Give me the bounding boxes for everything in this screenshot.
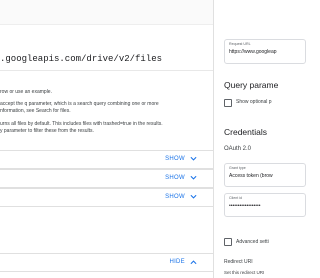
- client-id-value[interactable]: ••••••••••••••••••: [229, 203, 261, 209]
- show-optional-checkbox[interactable]: [224, 99, 232, 107]
- advanced-settings-checkbox[interactable]: [224, 238, 232, 246]
- description-line: accept the q parameter, which is a searc…: [0, 101, 159, 107]
- credentials-heading: Credentials: [224, 127, 267, 137]
- advanced-settings-label[interactable]: Advanced setti: [236, 239, 269, 245]
- query-parameters-heading: Query parame: [224, 80, 279, 90]
- chevron-down-icon[interactable]: [190, 194, 197, 200]
- redirect-uri-text: Set this redirect URI: [224, 270, 265, 275]
- section-row-1[interactable]: SHOW: [0, 150, 213, 169]
- redirect-uri-heading: Redirect URI: [224, 259, 253, 265]
- request-url-value[interactable]: https://www.googleap: [229, 49, 277, 55]
- try-this-api-panel: Request URL https://www.googleap Query p…: [214, 0, 306, 278]
- request-url-label: Request URL: [229, 42, 251, 46]
- chevron-down-icon[interactable]: [190, 175, 197, 181]
- show-toggle[interactable]: SHOW: [165, 156, 185, 162]
- client-id-field[interactable]: Client id ••••••••••••••••••: [224, 193, 306, 217]
- section-row-4[interactable]: HIDE: [0, 253, 213, 272]
- description-line: nformation, see Search for files.: [0, 108, 71, 114]
- request-url-field[interactable]: Request URL https://www.googleap: [224, 39, 306, 64]
- hide-toggle[interactable]: HIDE: [169, 259, 185, 265]
- chevron-down-icon[interactable]: [190, 156, 197, 162]
- show-optional-label[interactable]: Show optional p: [236, 99, 272, 105]
- chevron-up-icon[interactable]: [190, 259, 197, 265]
- grant-type-value[interactable]: Access token (brow: [229, 173, 273, 179]
- show-toggle[interactable]: SHOW: [165, 194, 185, 200]
- description-line: row or use an example.: [0, 89, 52, 95]
- section-row-2[interactable]: SHOW: [0, 169, 213, 188]
- url-divider: [0, 70, 213, 71]
- grant-type-select[interactable]: Grant type Access token (brow: [224, 163, 306, 187]
- section-row-3[interactable]: SHOW: [0, 188, 213, 207]
- show-toggle[interactable]: SHOW: [165, 175, 185, 181]
- grant-type-label: Grant type: [229, 166, 246, 170]
- description-line: y parameter to filter these from the res…: [0, 128, 94, 134]
- request-url[interactable]: .googleapis.com/drive/v2/files: [0, 54, 162, 64]
- oauth-label: OAuth 2.0: [224, 146, 252, 152]
- client-id-label: Client id: [229, 196, 242, 200]
- api-request-main: .googleapis.com/drive/v2/files row or us…: [0, 0, 213, 278]
- description-line: urns all files by default. This includes…: [0, 121, 163, 127]
